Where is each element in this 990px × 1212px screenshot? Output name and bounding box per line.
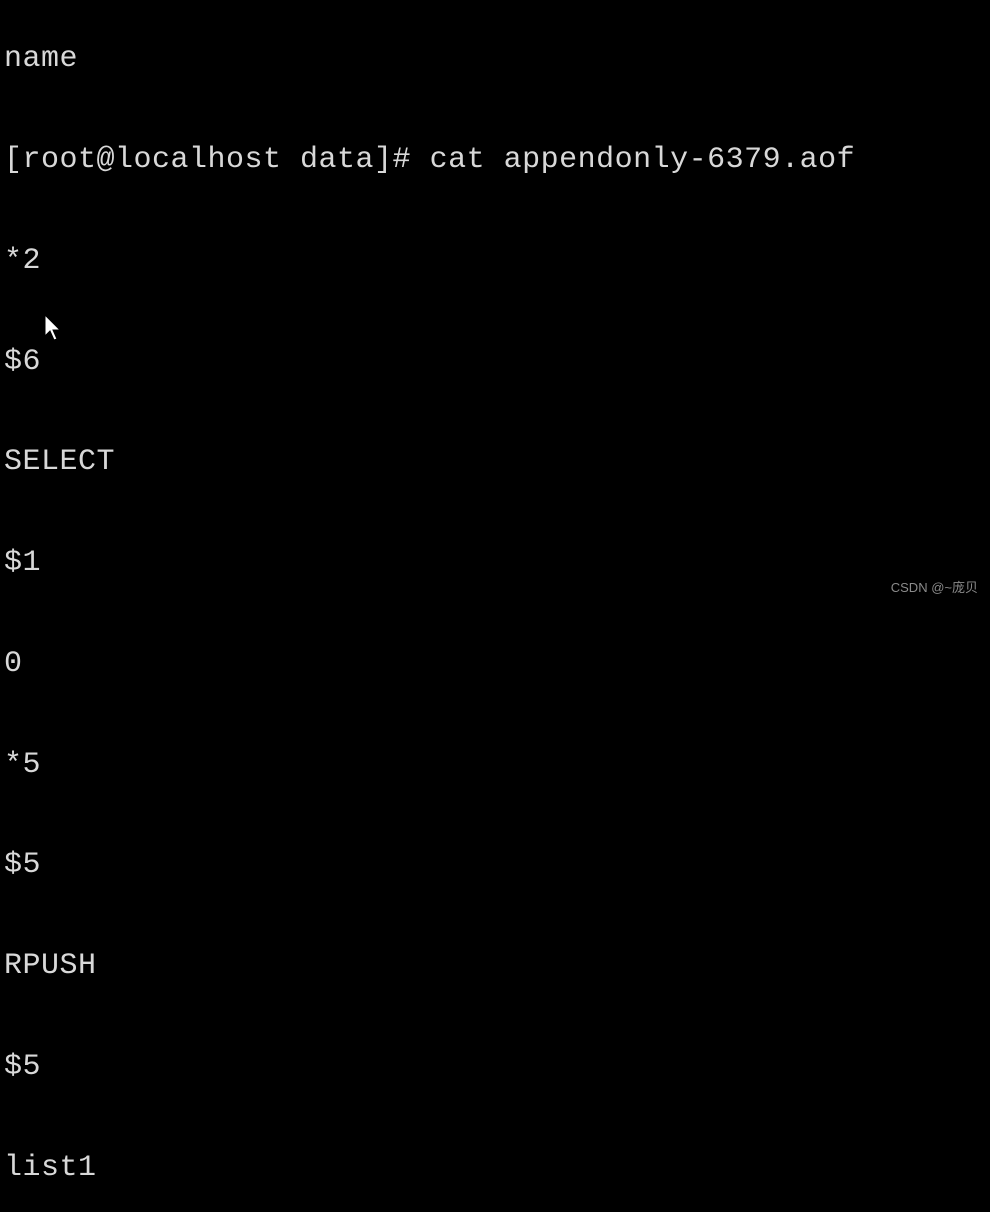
output-line: list1 [4,1152,986,1186]
output-line: $5 [4,849,986,883]
output-line: *5 [4,749,986,783]
output-line: *2 [4,245,986,279]
output-line: 0 [4,648,986,682]
watermark-text: CSDN @~庞贝 [891,581,978,596]
output-line: name [4,43,986,77]
output-line: RPUSH [4,950,986,984]
output-line: $6 [4,346,986,380]
prompt-line: [root@localhost data]# cat appendonly-63… [4,144,986,178]
output-line: $1 [4,547,986,581]
output-line: SELECT [4,446,986,480]
terminal-output[interactable]: name [root@localhost data]# cat appendon… [0,0,990,1212]
output-line: $5 [4,1051,986,1085]
